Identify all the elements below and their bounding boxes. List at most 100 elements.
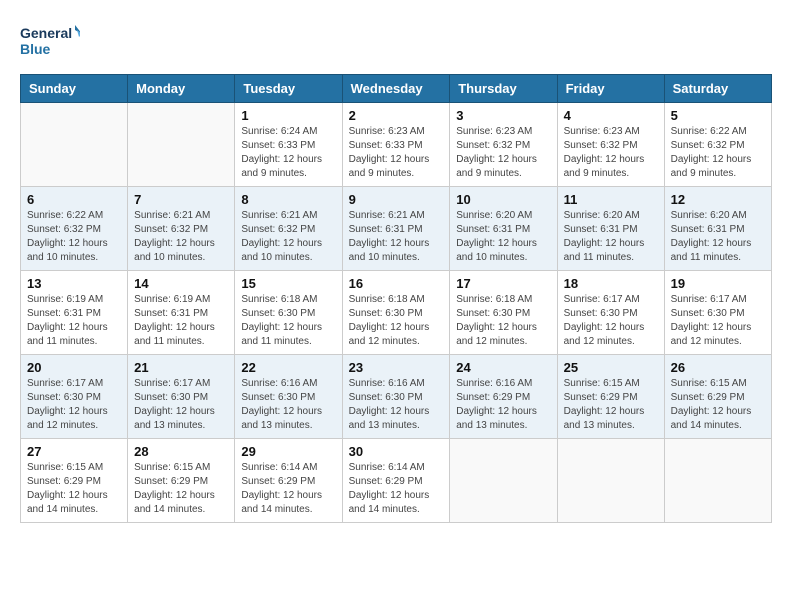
day-info: Sunrise: 6:15 AM Sunset: 6:29 PM Dayligh… [671,377,765,433]
calendar-day: 5 Sunrise: 6:22 AM Sunset: 6:32 PM Daylig… [664,103,771,187]
day-info: Sunrise: 6:23 AM Sunset: 6:32 PM Dayligh… [456,125,550,181]
calendar-day: 3 Sunrise: 6:23 AM Sunset: 6:32 PM Daylig… [450,103,557,187]
calendar-day: 27 Sunrise: 6:15 AM Sunset: 6:29 PM Dayli… [21,439,128,523]
weekday-header-thursday: Thursday [450,75,557,103]
day-info: Sunrise: 6:22 AM Sunset: 6:32 PM Dayligh… [27,209,121,265]
day-info: Sunrise: 6:16 AM Sunset: 6:30 PM Dayligh… [349,377,444,433]
svg-text:Blue: Blue [20,41,51,57]
header: General Blue [20,20,772,64]
day-number: 3 [456,108,550,123]
day-number: 13 [27,276,121,291]
day-info: Sunrise: 6:19 AM Sunset: 6:31 PM Dayligh… [134,293,228,349]
day-number: 28 [134,444,228,459]
svg-text:General: General [20,25,72,41]
day-number: 16 [349,276,444,291]
day-info: Sunrise: 6:21 AM Sunset: 6:31 PM Dayligh… [349,209,444,265]
calendar-day: 9 Sunrise: 6:21 AM Sunset: 6:31 PM Daylig… [342,187,450,271]
day-number: 11 [564,192,658,207]
day-info: Sunrise: 6:16 AM Sunset: 6:30 PM Dayligh… [241,377,335,433]
calendar-week-2: 6 Sunrise: 6:22 AM Sunset: 6:32 PM Daylig… [21,187,772,271]
calendar-day: 28 Sunrise: 6:15 AM Sunset: 6:29 PM Dayli… [128,439,235,523]
day-number: 30 [349,444,444,459]
calendar-day: 22 Sunrise: 6:16 AM Sunset: 6:30 PM Dayli… [235,355,342,439]
calendar-day [664,439,771,523]
calendar-day: 1 Sunrise: 6:24 AM Sunset: 6:33 PM Daylig… [235,103,342,187]
day-number: 14 [134,276,228,291]
calendar-day: 13 Sunrise: 6:19 AM Sunset: 6:31 PM Dayli… [21,271,128,355]
calendar-day [450,439,557,523]
calendar-day: 24 Sunrise: 6:16 AM Sunset: 6:29 PM Dayli… [450,355,557,439]
weekday-header-wednesday: Wednesday [342,75,450,103]
day-info: Sunrise: 6:22 AM Sunset: 6:32 PM Dayligh… [671,125,765,181]
day-number: 7 [134,192,228,207]
day-info: Sunrise: 6:17 AM Sunset: 6:30 PM Dayligh… [27,377,121,433]
day-number: 17 [456,276,550,291]
day-info: Sunrise: 6:20 AM Sunset: 6:31 PM Dayligh… [456,209,550,265]
calendar-day [128,103,235,187]
day-info: Sunrise: 6:24 AM Sunset: 6:33 PM Dayligh… [241,125,335,181]
day-info: Sunrise: 6:14 AM Sunset: 6:29 PM Dayligh… [349,461,444,517]
calendar-day: 12 Sunrise: 6:20 AM Sunset: 6:31 PM Dayli… [664,187,771,271]
calendar-day: 19Sunrise: 6:17 AM Sunset: 6:30 PM Dayli… [664,271,771,355]
weekday-header-saturday: Saturday [664,75,771,103]
calendar-day: 17 Sunrise: 6:18 AM Sunset: 6:30 PM Dayli… [450,271,557,355]
logo: General Blue [20,20,80,64]
calendar-day: 21 Sunrise: 6:17 AM Sunset: 6:30 PM Dayli… [128,355,235,439]
day-info: Sunrise: 6:18 AM Sunset: 6:30 PM Dayligh… [456,293,550,349]
weekday-header-monday: Monday [128,75,235,103]
day-info: Sunrise: 6:19 AM Sunset: 6:31 PM Dayligh… [27,293,121,349]
calendar-day: 18 Sunrise: 6:17 AM Sunset: 6:30 PM Dayli… [557,271,664,355]
day-number: 15 [241,276,335,291]
day-info: Sunrise: 6:21 AM Sunset: 6:32 PM Dayligh… [134,209,228,265]
day-number: 18 [564,276,658,291]
day-info: Sunrise: 6:18 AM Sunset: 6:30 PM Dayligh… [349,293,444,349]
day-number: 8 [241,192,335,207]
day-info: Sunrise: 6:17 AM Sunset: 6:30 PM Dayligh… [564,293,658,349]
day-info: Sunrise: 6:15 AM Sunset: 6:29 PM Dayligh… [27,461,121,517]
day-number: 21 [134,360,228,375]
calendar-day: 30 Sunrise: 6:14 AM Sunset: 6:29 PM Dayli… [342,439,450,523]
calendar-week-1: 1 Sunrise: 6:24 AM Sunset: 6:33 PM Daylig… [21,103,772,187]
day-number: 20 [27,360,121,375]
day-info: Sunrise: 6:20 AM Sunset: 6:31 PM Dayligh… [671,209,765,265]
day-info: Sunrise: 6:15 AM Sunset: 6:29 PM Dayligh… [134,461,228,517]
calendar-day: 25Sunrise: 6:15 AM Sunset: 6:29 PM Dayli… [557,355,664,439]
calendar-day: 16 Sunrise: 6:18 AM Sunset: 6:30 PM Dayli… [342,271,450,355]
day-info: Sunrise: 6:17 AM Sunset: 6:30 PM Dayligh… [134,377,228,433]
calendar-table: SundayMondayTuesdayWednesdayThursdayFrid… [20,74,772,523]
day-number: 2 [349,108,444,123]
day-number: 4 [564,108,658,123]
calendar-week-3: 13 Sunrise: 6:19 AM Sunset: 6:31 PM Dayli… [21,271,772,355]
day-number: 24 [456,360,550,375]
day-info: Sunrise: 6:18 AM Sunset: 6:30 PM Dayligh… [241,293,335,349]
day-info: Sunrise: 6:14 AM Sunset: 6:29 PM Dayligh… [241,461,335,517]
calendar-day: 15 Sunrise: 6:18 AM Sunset: 6:30 PM Dayli… [235,271,342,355]
day-number: 26 [671,360,765,375]
day-number: 22 [241,360,335,375]
day-number: 19 [671,276,765,291]
day-info: Sunrise: 6:23 AM Sunset: 6:32 PM Dayligh… [564,125,658,181]
calendar-day: 6 Sunrise: 6:22 AM Sunset: 6:32 PM Daylig… [21,187,128,271]
day-info: Sunrise: 6:16 AM Sunset: 6:29 PM Dayligh… [456,377,550,433]
calendar-day [21,103,128,187]
calendar-day: 26 Sunrise: 6:15 AM Sunset: 6:29 PM Dayli… [664,355,771,439]
day-info: Sunrise: 6:20 AM Sunset: 6:31 PM Dayligh… [564,209,658,265]
day-number: 6 [27,192,121,207]
day-number: 29 [241,444,335,459]
day-number: 1 [241,108,335,123]
day-info: Sunrise: 6:23 AM Sunset: 6:33 PM Dayligh… [349,125,444,181]
calendar-day: 8Sunrise: 6:21 AM Sunset: 6:32 PM Daylig… [235,187,342,271]
calendar-day: 11 Sunrise: 6:20 AM Sunset: 6:31 PM Dayli… [557,187,664,271]
calendar-day: 10Sunrise: 6:20 AM Sunset: 6:31 PM Dayli… [450,187,557,271]
calendar-week-4: 20 Sunrise: 6:17 AM Sunset: 6:30 PM Dayli… [21,355,772,439]
weekday-header-friday: Friday [557,75,664,103]
day-number: 23 [349,360,444,375]
day-number: 5 [671,108,765,123]
day-number: 27 [27,444,121,459]
day-number: 9 [349,192,444,207]
calendar-day [557,439,664,523]
calendar-week-5: 27 Sunrise: 6:15 AM Sunset: 6:29 PM Dayli… [21,439,772,523]
day-number: 12 [671,192,765,207]
weekday-header-row: SundayMondayTuesdayWednesdayThursdayFrid… [21,75,772,103]
day-info: Sunrise: 6:15 AM Sunset: 6:29 PM Dayligh… [564,377,658,433]
